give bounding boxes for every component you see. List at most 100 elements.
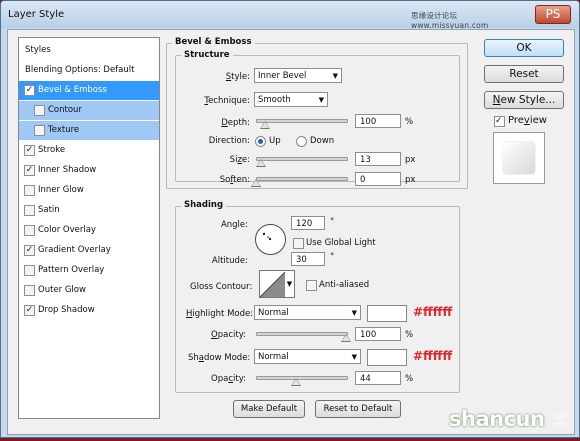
size-slider[interactable] [256,157,348,161]
style-item-checkbox[interactable] [24,185,35,196]
shadow-hex-annotation: #ffffff [413,349,453,363]
style-item-label: Inner Glow [38,185,84,195]
gloss-contour-dropdown[interactable]: ▼ [285,270,295,298]
ok-button[interactable]: OK [484,39,564,57]
style-item[interactable]: Color Overlay [19,221,159,240]
highlight-mode-select[interactable]: Normal ▼ [254,305,361,320]
altitude-label: Altitude: [211,256,248,266]
close-button[interactable]: PS [535,5,571,24]
shadow-opacity-unit: % [405,374,414,384]
style-item[interactable]: ✓ Stroke [19,141,159,160]
angle-input[interactable]: 120 [291,216,325,230]
style-select[interactable]: Inner Bevel ▼ [254,68,342,83]
style-item-label: Stroke [38,145,66,155]
soften-slider[interactable] [256,177,348,181]
depth-label: Depth: [221,118,250,128]
angle-dial[interactable] [255,224,286,255]
gloss-contour-icon [260,271,286,297]
direction-down-label: Down [310,136,335,146]
new-style-button[interactable]: New Style... [484,91,564,109]
bevel-emboss-title: Bevel & Emboss [172,37,255,47]
direction-down-radio[interactable] [296,136,307,147]
style-item-label: Texture [48,125,80,135]
size-slider-thumb[interactable] [255,159,266,167]
style-item-checkbox[interactable]: ✓ [24,245,35,256]
watermark: 思缘设计论坛 www.missyuan.com PS [411,4,571,30]
style-item-checkbox[interactable]: ✓ [24,305,35,316]
dialog-body: Styles Blending Options: Default ✓ Bevel … [7,29,575,435]
style-item-label: Gradient Overlay [38,245,111,255]
soften-input[interactable]: 0 [355,172,401,186]
style-item[interactable]: Texture [19,121,159,140]
preview-swatch [503,142,535,174]
style-item[interactable]: Outer Glow [19,281,159,300]
preview-checkbox[interactable]: ✓ [494,116,505,127]
style-item-checkbox[interactable] [24,285,35,296]
make-default-button[interactable]: Make Default [233,400,305,418]
shancun-logo: shancun 山村 .net [449,407,574,435]
shadow-opacity-input[interactable]: 44 [355,371,401,385]
style-item[interactable]: Satin [19,201,159,220]
style-item[interactable]: Inner Glow [19,181,159,200]
depth-slider-thumb[interactable] [260,121,270,129]
use-global-light-checkbox[interactable] [293,238,304,249]
styles-header[interactable]: Styles [19,41,159,60]
highlight-opacity-slider[interactable] [256,332,348,336]
style-item-label: Contour [48,105,82,115]
shancun-logo-text: shancun [449,407,545,431]
style-item[interactable]: ✓ Drop Shadow [19,301,159,320]
highlight-opacity-thumb[interactable] [341,334,351,342]
shadow-opacity-thumb[interactable] [290,378,301,386]
depth-input[interactable]: 100 [355,114,401,128]
style-item-checkbox[interactable]: ✓ [24,165,35,176]
highlight-color-swatch[interactable] [367,305,407,322]
style-item-checkbox[interactable]: ✓ [24,85,35,96]
highlight-opacity-label: Opacity: [211,330,246,340]
size-input[interactable]: 13 [355,152,401,166]
check-icon: ✓ [495,116,503,126]
soften-unit: px [405,175,416,185]
shancun-logo-domain: .net [553,421,565,428]
soften-slider-thumb[interactable] [251,179,261,187]
angle-dial-pointer [262,232,272,241]
preview-label: Preview [508,115,547,126]
reset-to-default-button[interactable]: Reset to Default [315,400,401,418]
style-item[interactable]: Pattern Overlay [19,261,159,280]
title-bar: Layer Style 思缘设计论坛 www.missyuan.com PS [1,1,579,30]
technique-select[interactable]: Smooth ▼ [254,92,328,107]
highlight-opacity-input[interactable]: 100 [355,327,401,341]
use-global-light-label: Use Global Light [306,238,376,248]
shadow-color-swatch[interactable] [367,349,407,366]
style-item-checkbox[interactable]: ✓ [24,145,35,156]
altitude-input[interactable]: 30 [291,252,325,266]
style-preview-thumbnail [493,132,545,184]
style-item[interactable]: ✓ Gradient Overlay [19,241,159,260]
style-item-label: Satin [38,205,60,215]
highlight-hex-annotation: #ffffff [413,305,453,319]
shadow-mode-label: Shadow Mode: [188,353,251,363]
size-unit: px [405,155,416,165]
style-item[interactable]: Contour [19,101,159,120]
shadow-opacity-label: Opacity: [211,374,246,384]
anti-aliased-checkbox[interactable] [306,280,317,291]
style-label: Style: [225,72,250,82]
shadow-mode-select[interactable]: Normal ▼ [254,349,361,364]
gloss-contour-preview[interactable] [259,270,287,298]
style-item-checkbox[interactable] [24,265,35,276]
shancun-logo-sub: 山村 [553,412,567,420]
style-item-checkbox[interactable] [24,225,35,236]
reset-button[interactable]: Reset [484,65,564,83]
blending-options-item[interactable]: Blending Options: Default [19,61,159,80]
style-item-label: Outer Glow [38,285,86,295]
altitude-unit: ° [330,252,335,262]
style-item-checkbox[interactable] [34,125,45,136]
anti-aliased-label: Anti-aliased [319,280,370,290]
depth-unit: % [405,117,414,127]
size-label: Size: [229,155,250,165]
shadow-opacity-slider[interactable] [256,376,348,380]
style-item-checkbox[interactable] [34,105,45,116]
style-item[interactable]: ✓ Bevel & Emboss [19,81,159,100]
style-item-checkbox[interactable] [24,205,35,216]
style-item[interactable]: ✓ Inner Shadow [19,161,159,180]
direction-up-radio[interactable] [255,136,266,147]
